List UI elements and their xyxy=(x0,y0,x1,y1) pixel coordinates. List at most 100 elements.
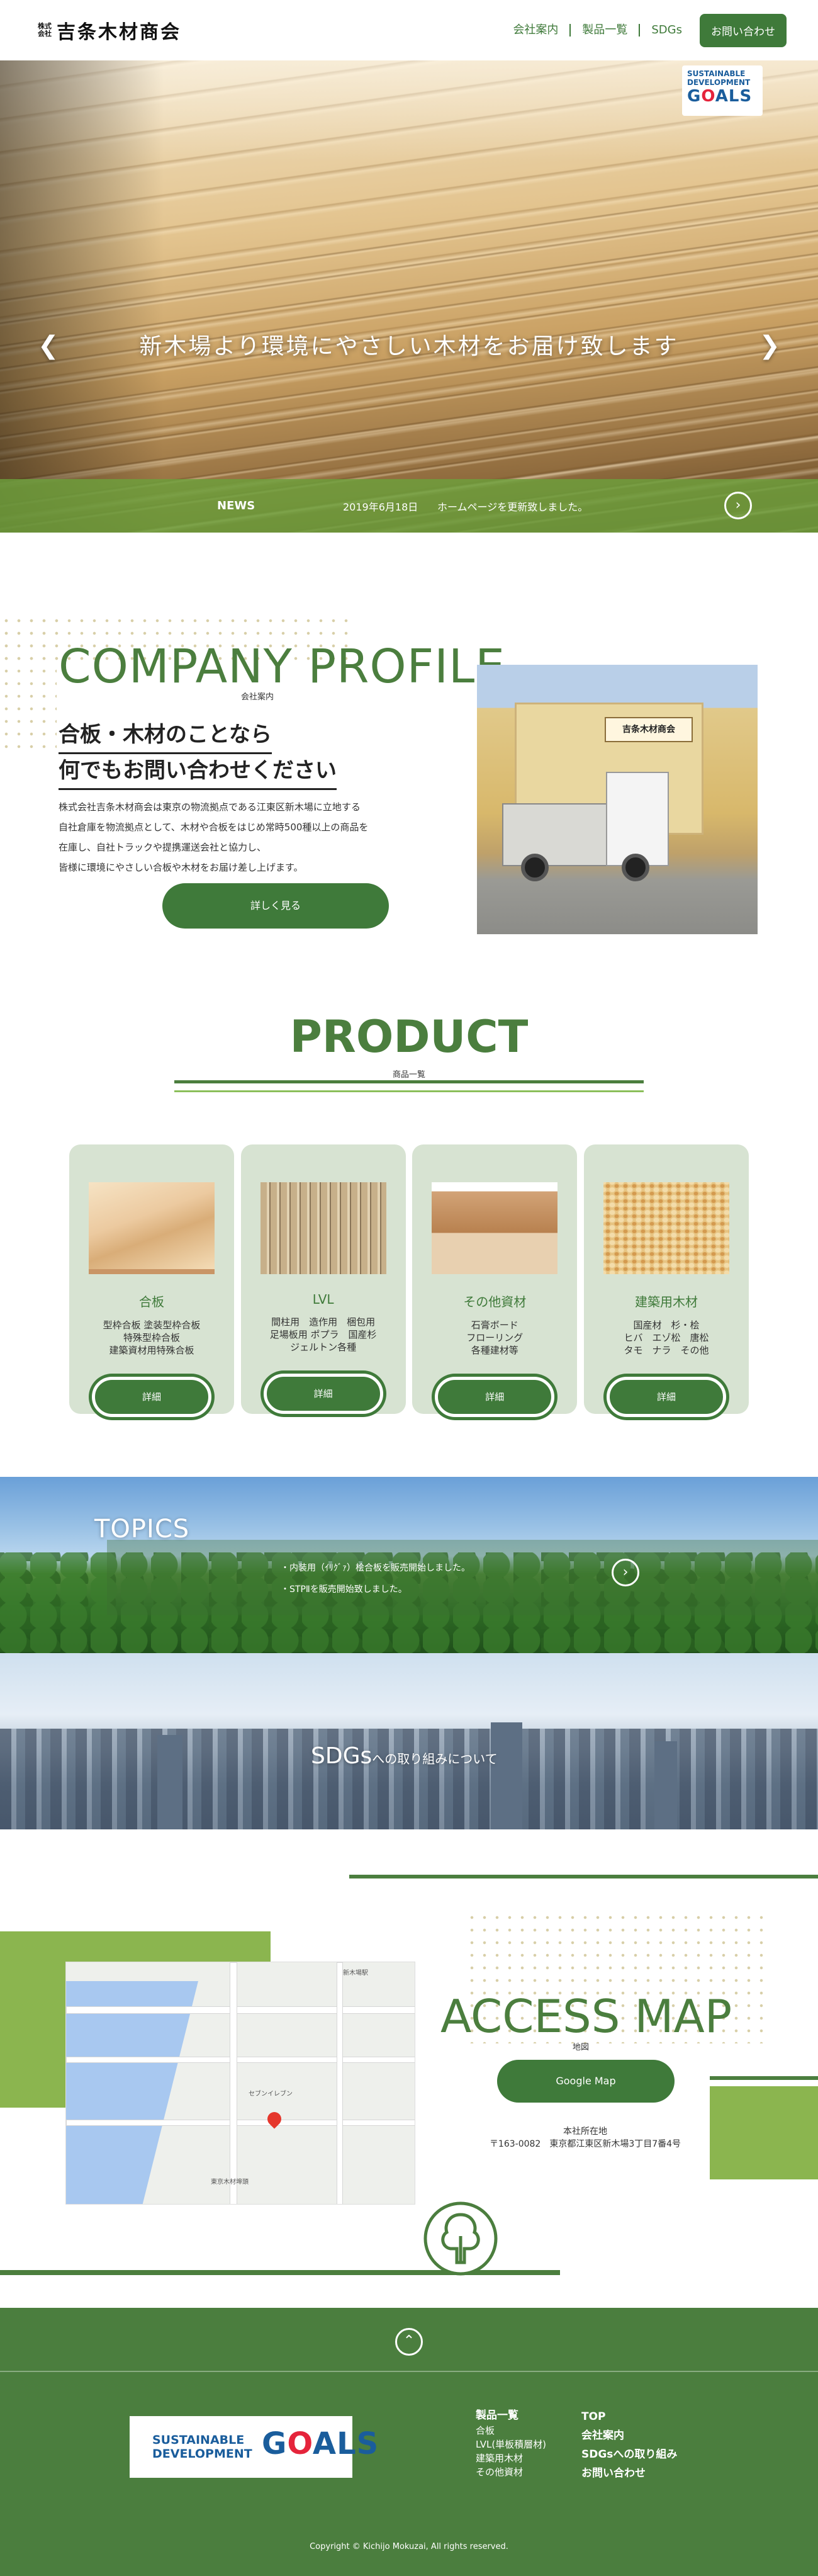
news-text[interactable]: ホームページを更新致しました。 xyxy=(437,499,588,514)
construction-wood-image xyxy=(603,1182,729,1274)
nav-products[interactable]: 製品一覧 xyxy=(571,24,641,37)
logo-small-2: 会社 xyxy=(38,30,52,38)
truck-wheel xyxy=(521,854,549,881)
product-card-title: 合板 xyxy=(139,1294,164,1309)
footer-sdg-logo: SUSTAINABLE DEVELOPMENT GOALS xyxy=(130,2416,378,2478)
logo-company-type: 株式 会社 xyxy=(38,23,52,38)
company-lead-1: 合板・木材のことなら xyxy=(59,718,272,754)
sdgs-label: SDGsへの取り組みについて xyxy=(311,1743,498,1769)
map-label: セブンイレブン xyxy=(249,2091,293,2098)
topics-item[interactable]: ・内装用（ｲﾘｸﾞｧ）桧合板を販売開始しました。 xyxy=(281,1557,470,1579)
truck-cab xyxy=(606,772,669,866)
city-building xyxy=(157,1735,182,1829)
footer-link[interactable]: TOP xyxy=(581,2407,677,2426)
product-title: PRODUCT xyxy=(289,1011,529,1063)
product-cards: 合板 型枠合板 塗装型枠合板 特殊型枠合板 建築資材用特殊合板 詳細 LVL 間… xyxy=(69,1144,749,1417)
warehouse-sign: 吉条木材商会 xyxy=(605,717,693,742)
sdgs-banner[interactable]: SDGsへの取り組みについて xyxy=(0,1653,818,1829)
map-road xyxy=(66,2006,415,2014)
address: 本社所在地 〒163-0082 東京都江東区新木場3丁目7番4号 xyxy=(478,2125,692,2150)
product-card-construction: 建築用木材 国産材 杉・桧 ヒバ エゾ松 唐松 タモ ナラ その他 詳細 xyxy=(583,1144,749,1417)
copyright: Copyright © Kichijo Mokuzai, All rights … xyxy=(310,2542,508,2551)
map-road xyxy=(230,1962,237,2204)
sdg-goals-als: ALS xyxy=(715,87,753,106)
sdg-goals-g: G xyxy=(262,2426,288,2461)
map-road xyxy=(337,1962,343,2204)
product-card-other: その他資材 石膏ボード フローリング 各種建材等 詳細 xyxy=(412,1144,578,1417)
map-water xyxy=(66,1981,199,2204)
tree-icon xyxy=(423,2201,498,2276)
topics-arrow-icon[interactable]: › xyxy=(612,1559,639,1586)
sdg-goals: GOALS xyxy=(262,2426,379,2461)
topics-section: TOPICS ・内装用（ｲﾘｸﾞｧ）桧合板を販売開始しました。 ・STPⅡを販売… xyxy=(0,1477,818,1653)
access-section: 新木場駅 セブンイレブン 東京木材埠頭 ACCESS MAP 地図 Google… xyxy=(0,1829,818,2308)
product-detail-button[interactable]: 詳細 xyxy=(263,1374,383,1414)
sdgs-label-small: への取り組みについて xyxy=(372,1751,498,1766)
footer-link[interactable]: その他資材 xyxy=(476,2465,546,2479)
product-card-plywood: 合板 型枠合板 塗装型枠合板 特殊型枠合板 建築資材用特殊合板 詳細 xyxy=(69,1144,234,1417)
map-embed[interactable]: 新木場駅 セブンイレブン 東京木材埠頭 xyxy=(65,1962,415,2205)
footer-link[interactable]: 建築用木材 xyxy=(476,2451,546,2465)
footer-menu-head[interactable]: 製品一覧 xyxy=(476,2409,546,2422)
news-bar: NEWS 2019年6月18日 ホームページを更新致しました。 › xyxy=(0,479,818,533)
product-detail-button[interactable]: 詳細 xyxy=(92,1377,211,1417)
map-label: 新木場駅 xyxy=(343,1970,368,1977)
access-subtitle: 地図 xyxy=(573,2043,590,2052)
access-title: ACCESS MAP xyxy=(440,1990,732,2043)
logo[interactable]: 株式 会社 吉条木材商会 xyxy=(38,16,181,44)
sdg-goals-als: ALS xyxy=(312,2426,379,2461)
address-label: 本社所在地 xyxy=(563,2127,607,2137)
company-more-button[interactable]: 詳しく見る xyxy=(162,883,389,929)
footer-link[interactable]: 会社案内 xyxy=(581,2426,677,2445)
footer-link[interactable]: 合板 xyxy=(476,2424,546,2438)
page-top-icon[interactable]: ⌃ xyxy=(395,2328,423,2356)
product-card-desc: 石膏ボード フローリング 各種建材等 xyxy=(466,1319,524,1356)
company-body-line: 株式会社吉条木材商会は東京の物流拠点である江東区新木場に立地する xyxy=(59,801,361,813)
sdg-line-2: DEVELOPMENT xyxy=(687,78,751,87)
decor-line xyxy=(710,2076,818,2080)
news-label: NEWS xyxy=(217,499,255,512)
decor-block xyxy=(710,2086,818,2179)
company-body-line: 在庫し、自社トラックや提携運送会社と協力し、 xyxy=(59,842,267,853)
company-lead-2: 何でもお問い合わせください xyxy=(59,754,337,790)
product-card-desc: 国産材 杉・桧 ヒバ エゾ松 唐松 タモ ナラ その他 xyxy=(624,1319,709,1356)
footer-link[interactable]: SDGsへの取り組み xyxy=(581,2445,677,2464)
topics-item[interactable]: ・STPⅡを販売開始致しました。 xyxy=(281,1579,470,1600)
google-map-button[interactable]: Google Map xyxy=(497,2060,675,2103)
site-header: 株式 会社 吉条木材商会 会社案内 製品一覧 SDGs お問い合わせ xyxy=(0,0,818,60)
other-materials-image xyxy=(432,1182,558,1274)
product-card-title: LVL xyxy=(312,1292,334,1307)
topics-list: ・内装用（ｲﾘｸﾞｧ）桧合板を販売開始しました。 ・STPⅡを販売開始致しました… xyxy=(281,1557,470,1600)
truck-bed xyxy=(502,803,609,866)
contact-button[interactable]: お問い合わせ xyxy=(700,13,787,47)
footer-link[interactable]: お問い合わせ xyxy=(581,2464,677,2483)
product-detail-button[interactable]: 詳細 xyxy=(435,1377,555,1417)
company-title: COMPANY PROFILE xyxy=(59,640,506,694)
company-body-line: 自社倉庫を物流拠点として、木材や合板をはじめ常時500種以上の商品を xyxy=(59,822,369,833)
city-building xyxy=(491,1722,522,1829)
product-card-title: その他資材 xyxy=(463,1294,527,1309)
sdg-line-1: SUSTAINABLE xyxy=(687,69,746,78)
company-body: 株式会社吉条木材商会は東京の物流拠点である江東区新木場に立地する 自社倉庫を物流… xyxy=(59,797,368,878)
topics-title: TOPICS xyxy=(94,1515,190,1544)
product-card-lvl: LVL 間柱用 造作用 梱包用 足場板用 ポプラ 国産杉 ジェルトン各種 詳細 xyxy=(240,1144,406,1414)
logo-name: 吉条木材商会 xyxy=(57,21,181,43)
company-subtitle: 会社案内 xyxy=(241,692,274,702)
product-subtitle: 商品一覧 xyxy=(392,1070,425,1080)
footer-link[interactable]: LVL(単板積層材) xyxy=(476,2438,546,2451)
nav-company[interactable]: 会社案内 xyxy=(501,24,571,37)
nav-sdgs[interactable]: SDGs xyxy=(640,24,693,37)
hero-slider: SUSTAINABLE DEVELOPMENT GOALS ❮ ❯ 新木場より環… xyxy=(0,60,818,533)
company-photo: 吉条木材商会 xyxy=(477,665,758,934)
news-arrow-icon[interactable]: › xyxy=(724,492,752,519)
sdg-logo: SUSTAINABLE DEVELOPMENT GOALS xyxy=(682,65,763,116)
product-card-desc: 間柱用 造作用 梱包用 足場板用 ポプラ 国産杉 ジェルトン各種 xyxy=(269,1316,377,1353)
sdg-goals-o: O xyxy=(701,87,715,106)
product-divider xyxy=(174,1090,644,1092)
truck-wheel xyxy=(622,854,649,881)
map-road xyxy=(66,2120,415,2126)
company-profile-section: COMPANY PROFILE 会社案内 合板・木材のことなら 何でもお問い合わ… xyxy=(0,533,818,1011)
product-detail-button[interactable]: 詳細 xyxy=(606,1377,726,1417)
dot-pattern xyxy=(0,614,57,753)
product-divider xyxy=(174,1080,644,1083)
